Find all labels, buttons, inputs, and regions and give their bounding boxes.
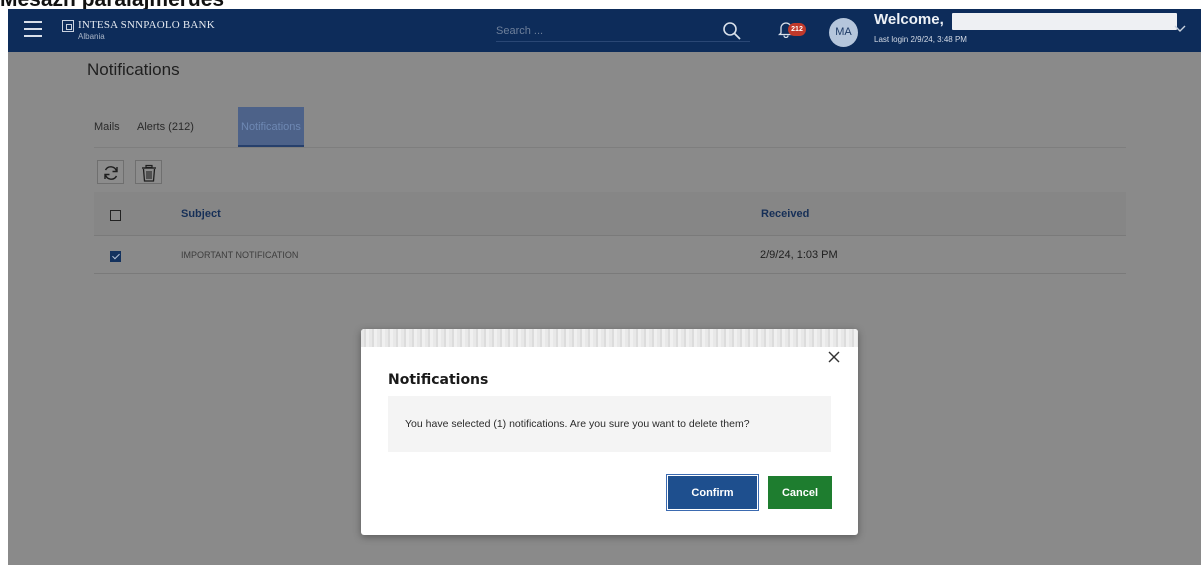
last-login-text: Last login 2/9/24, 3:48 PM — [874, 35, 967, 44]
welcome-label: Welcome, — [874, 11, 944, 28]
confirm-button[interactable]: Confirm — [666, 474, 759, 511]
logo-subtitle: Albania — [78, 32, 105, 41]
trash-icon — [142, 164, 156, 182]
table-row[interactable]: IMPORTANT NOTIFICATION 2/9/24, 1:03 PM — [94, 237, 1126, 274]
dialog-body: You have selected (1) notifications. Are… — [388, 396, 831, 452]
search-icon[interactable] — [722, 21, 742, 41]
row-received: 2/9/24, 1:03 PM — [760, 249, 838, 261]
tabs-divider — [94, 147, 1126, 148]
table-header: Subject Received — [94, 192, 1126, 236]
page-title: Notifications — [87, 60, 180, 79]
refresh-button[interactable] — [97, 160, 124, 184]
page-caption: Mesazh paralajmërues — [0, 0, 600, 9]
column-received[interactable]: Received — [761, 192, 809, 236]
delete-confirm-dialog: Notifications You have selected (1) noti… — [361, 329, 858, 535]
notification-badge: 212 — [788, 23, 806, 36]
logo-name: INTESA SNNPAOLO BANK — [78, 19, 215, 31]
logo-mark-icon — [62, 20, 74, 32]
chevron-down-icon[interactable] — [1174, 25, 1186, 33]
tab-notifications[interactable]: Notifications — [238, 107, 304, 147]
top-navbar: INTESA SNNPAOLO BANK Albania 212 MA Welc… — [8, 9, 1201, 52]
redacted-username — [952, 13, 1177, 30]
dialog-title: Notifications — [388, 372, 489, 388]
dialog-message: You have selected (1) notifications. Are… — [405, 418, 750, 430]
select-all-checkbox[interactable] — [110, 210, 121, 221]
row-subject[interactable]: IMPORTANT NOTIFICATION — [181, 237, 298, 274]
avatar[interactable]: MA — [829, 18, 858, 47]
refresh-icon — [104, 166, 118, 180]
tab-alerts[interactable]: Alerts (212) — [137, 107, 194, 147]
app-frame: INTESA SNNPAOLO BANK Albania 212 MA Welc… — [8, 9, 1201, 565]
search-input[interactable] — [496, 20, 716, 41]
search-bar — [496, 20, 750, 42]
menu-icon[interactable] — [24, 21, 42, 37]
delete-button[interactable] — [135, 160, 162, 184]
row-checkbox[interactable] — [110, 251, 121, 262]
tab-mails[interactable]: Mails — [94, 107, 120, 147]
close-icon[interactable] — [826, 349, 842, 365]
column-subject[interactable]: Subject — [181, 192, 221, 236]
dialog-header-strip — [361, 329, 858, 347]
cancel-button[interactable]: Cancel — [768, 476, 832, 509]
